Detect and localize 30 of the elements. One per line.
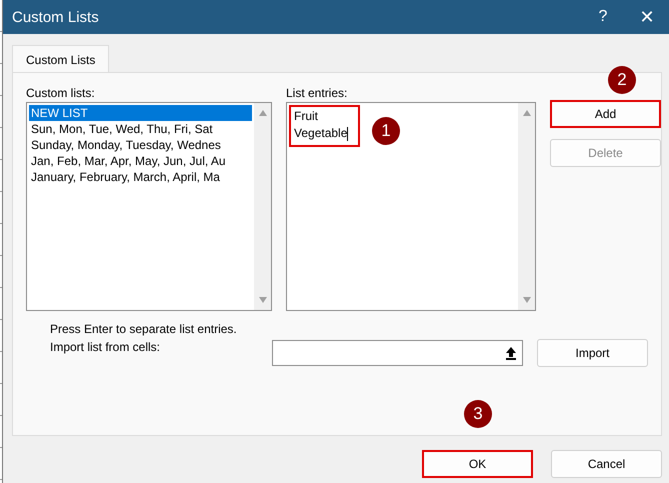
- list-item[interactable]: January, February, March, April, Ma: [29, 169, 252, 185]
- scroll-up-icon[interactable]: [258, 109, 268, 117]
- scrollbar[interactable]: [254, 103, 271, 310]
- list-item[interactable]: Sunday, Monday, Tuesday, Wednes: [29, 137, 252, 153]
- scroll-down-icon[interactable]: [522, 296, 532, 304]
- list-item[interactable]: Sun, Mon, Tue, Wed, Thu, Fri, Sat: [29, 121, 252, 137]
- help-button[interactable]: ?: [581, 8, 625, 26]
- list-item[interactable]: NEW LIST: [29, 105, 252, 121]
- scroll-down-icon[interactable]: [258, 296, 268, 304]
- dialog-button[interactable]: Cancel: [551, 450, 662, 478]
- field-label: Custom lists:: [26, 86, 96, 102]
- list-entries-field[interactable]: Fruit Vegetable 1: [286, 102, 536, 311]
- close-button[interactable]: ✕: [625, 6, 669, 28]
- dialog-button[interactable]: OK: [422, 450, 533, 478]
- range-input-field[interactable]: [272, 340, 523, 366]
- field-label: Import list from cells:: [50, 340, 162, 354]
- scroll-up-icon[interactable]: [522, 109, 532, 117]
- import-button[interactable]: Import: [537, 339, 648, 367]
- scrollbar[interactable]: [518, 103, 535, 310]
- window-title: Custom Lists: [12, 8, 100, 26]
- step-badge: 1: [372, 117, 400, 145]
- dialog-button[interactable]: Add: [550, 100, 661, 128]
- field-label: List entries:: [286, 86, 348, 102]
- collapse-dialog-icon[interactable]: [505, 346, 517, 360]
- list-item[interactable]: Jan, Feb, Mar, Apr, May, Jun, Jul, Au: [29, 153, 252, 169]
- step-badge: 2: [608, 66, 636, 94]
- custom-lists-listbox[interactable]: NEW LIST Sun, Mon, Tue, Wed, Thu, Fri, Sat Sunday, Monday, Tuesday, Wednes Jan, Feb, Mar, Apr, May, Jun, Jul, Au January, February, March, April, Ma: [26, 102, 272, 311]
- tab[interactable]: Custom Lists: [12, 45, 110, 72]
- hint-text: Press Enter to separate list entries.: [50, 322, 238, 338]
- entries-text: Fruit Vegetable: [289, 105, 360, 147]
